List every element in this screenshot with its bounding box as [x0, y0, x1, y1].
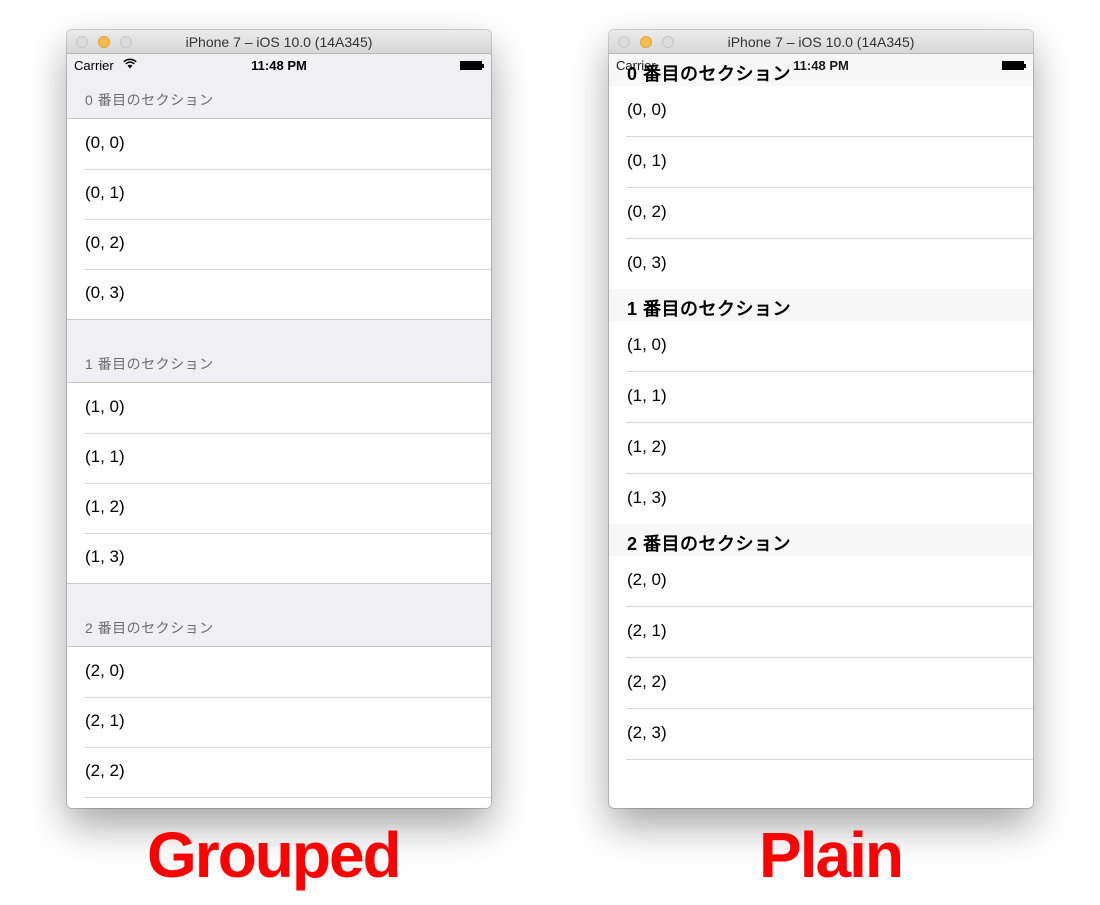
grouped-table-view[interactable]: 0 番目のセクション (0, 0) (0, 1) (0, 2) (0, 3) 1… — [67, 76, 491, 808]
table-row[interactable]: (1, 1) — [626, 372, 1033, 423]
status-time: 11:48 PM — [251, 58, 307, 73]
table-row[interactable]: (2, 2) — [626, 658, 1033, 709]
table-row[interactable]: (0, 3) — [626, 239, 1033, 289]
table-row[interactable]: (1, 0) — [626, 321, 1033, 372]
window-titlebar[interactable]: iPhone 7 – iOS 10.0 (14A345) — [67, 30, 491, 54]
status-time: 11:48 PM — [793, 58, 849, 73]
caption-plain: Plain — [759, 819, 904, 891]
empty-row — [626, 760, 1033, 808]
table-row[interactable]: (0, 1) — [67, 169, 491, 219]
table-row[interactable]: (2, 0) — [67, 647, 491, 697]
status-bar: Carrier 11:48 PM — [67, 54, 491, 76]
table-row[interactable]: (1, 2) — [626, 423, 1033, 474]
table-row[interactable]: (1, 3) — [67, 533, 491, 583]
table-row[interactable]: (0, 0) — [626, 86, 1033, 137]
section-header: 0 番目のセクション — [67, 76, 491, 119]
table-row[interactable]: (1, 2) — [67, 483, 491, 533]
table-row[interactable]: (2, 3) — [626, 709, 1033, 760]
section-header: 1 番目のセクション — [609, 289, 1033, 321]
simulator-window-grouped: iPhone 7 – iOS 10.0 (14A345) Carrier 11:… — [67, 30, 491, 808]
section-header: 1 番目のセクション — [67, 319, 491, 383]
table-row[interactable]: (2, 1) — [67, 697, 491, 747]
window-title: iPhone 7 – iOS 10.0 (14A345) — [727, 34, 915, 50]
table-row[interactable]: (0, 3) — [67, 269, 491, 319]
table-row[interactable]: (1, 1) — [67, 433, 491, 483]
table-row[interactable]: (2, 0) — [626, 556, 1033, 607]
battery-icon — [460, 61, 484, 70]
window-titlebar[interactable]: iPhone 7 – iOS 10.0 (14A345) — [609, 30, 1033, 54]
window-title: iPhone 7 – iOS 10.0 (14A345) — [185, 34, 373, 50]
section-header: 2 番目のセクション — [67, 583, 491, 647]
table-row[interactable]: (2, 1) — [626, 607, 1033, 658]
table-row[interactable]: (2, 2) — [67, 747, 491, 797]
table-row[interactable]: (0, 0) — [67, 119, 491, 169]
table-row[interactable]: (0, 2) — [626, 188, 1033, 239]
table-row[interactable]: (0, 1) — [626, 137, 1033, 188]
caption-grouped: Grouped — [147, 819, 402, 891]
table-row[interactable] — [67, 797, 491, 808]
simulator-window-plain: iPhone 7 – iOS 10.0 (14A345) Carrier 11:… — [609, 30, 1033, 808]
section-header: 2 番目のセクション — [609, 524, 1033, 556]
battery-icon — [1002, 61, 1026, 70]
table-row[interactable]: (1, 3) — [626, 474, 1033, 524]
plain-table-view[interactable]: 0 番目のセクション (0, 0) (0, 1) (0, 2) (0, 3) 1… — [609, 54, 1033, 808]
status-bar: Carrier 11:48 PM — [609, 54, 1033, 76]
table-row[interactable]: (1, 0) — [67, 383, 491, 433]
table-row[interactable]: (0, 2) — [67, 219, 491, 269]
